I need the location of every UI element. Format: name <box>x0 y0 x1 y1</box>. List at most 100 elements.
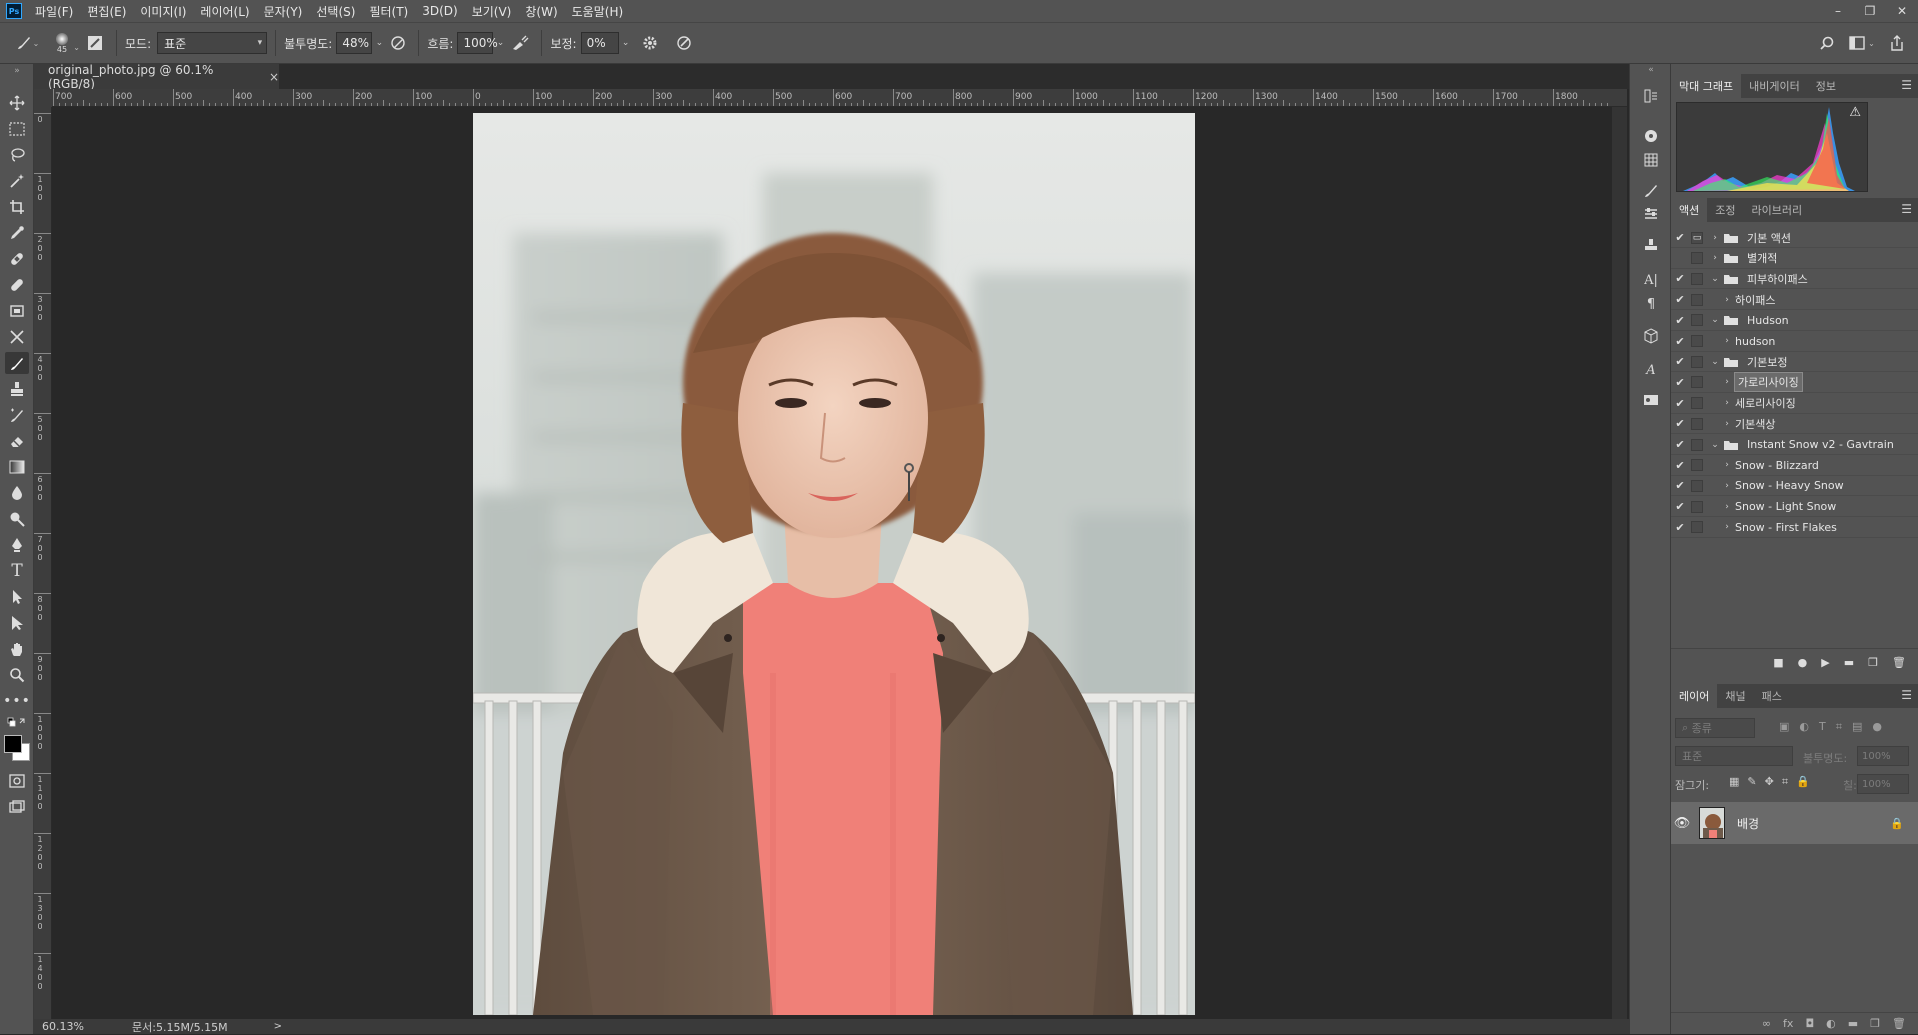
toggle-item-checkbox[interactable]: ✔ <box>1671 417 1689 430</box>
fill-input[interactable]: 100% <box>1857 774 1909 794</box>
brush-size-picker[interactable]: 45 ⌄ <box>42 32 82 54</box>
flow-input[interactable]: 100% <box>457 32 498 54</box>
toggle-item-checkbox[interactable]: ✔ <box>1671 376 1689 389</box>
chevron-right-icon[interactable]: › <box>1719 295 1735 305</box>
search-icon[interactable] <box>1812 35 1842 51</box>
more-tools-icon[interactable]: ••• <box>3 690 30 712</box>
link-layers-icon[interactable]: ∞ <box>1762 1017 1771 1030</box>
toggle-dialog-checkbox[interactable] <box>1691 314 1703 327</box>
smoothing-dropdown-icon[interactable]: ⌄ <box>619 38 633 48</box>
toggle-item-checkbox[interactable]: ✔ <box>1671 335 1689 348</box>
lock-all-icon[interactable]: 🔒 <box>1796 775 1810 789</box>
panel-menu-icon[interactable]: ☰ <box>1901 688 1912 702</box>
tab-libraries[interactable]: 라이브러리 <box>1744 198 1811 222</box>
layer-style-icon[interactable]: fx <box>1783 1017 1793 1030</box>
minimize-button[interactable]: – <box>1822 4 1854 18</box>
chevron-right-icon[interactable]: › <box>1719 481 1735 491</box>
chevron-right-icon[interactable]: › <box>1719 398 1735 408</box>
chevron-right-icon[interactable]: › <box>1707 233 1723 243</box>
rectangle-tool-icon[interactable] <box>5 612 29 634</box>
toggle-dialog-checkbox[interactable] <box>1691 521 1703 534</box>
action-row[interactable]: ✔ › Snow - Light Snow <box>1671 497 1918 518</box>
pressure-size-icon[interactable] <box>671 35 697 51</box>
color-panel-icon[interactable] <box>1641 126 1661 146</box>
content-aware-move-tool-icon[interactable] <box>5 326 29 348</box>
layer-mask-icon[interactable]: ◘ <box>1805 1017 1814 1030</box>
layer-row[interactable]: 👁 배경 🔒 <box>1671 802 1918 844</box>
chevron-down-icon[interactable]: ⌄ <box>1707 315 1723 325</box>
toggle-dialog-checkbox[interactable] <box>1691 272 1703 285</box>
move-tool-icon[interactable] <box>5 92 29 114</box>
opacity-input[interactable]: 48% <box>336 32 373 54</box>
document-tab[interactable]: original_photo.jpg @ 60.1% (RGB/8) × <box>34 63 279 91</box>
zoom-tool-icon[interactable] <box>5 664 29 686</box>
stop-icon[interactable]: ■ <box>1773 656 1783 669</box>
history-brush-tool-icon[interactable] <box>5 404 29 426</box>
menu-file[interactable]: 파일(F) <box>28 3 80 20</box>
tab-adjustments[interactable]: 조정 <box>1707 198 1743 222</box>
tab-info[interactable]: 정보 <box>1808 74 1844 98</box>
workspace-switcher-icon[interactable]: ⌄ <box>1842 36 1882 50</box>
pressure-opacity-icon[interactable] <box>386 35 410 51</box>
clone-stamp-tool-icon[interactable] <box>5 378 29 400</box>
brush-settings-panel-button[interactable] <box>82 35 108 51</box>
brush-tool-preset-icon[interactable]: ⌄ <box>12 34 42 52</box>
warning-icon[interactable]: ⚠ <box>1849 105 1861 120</box>
bandaid-tool-icon[interactable] <box>5 274 29 296</box>
menu-3d[interactable]: 3D(D) <box>415 4 464 18</box>
lasso-tool-icon[interactable] <box>5 144 29 166</box>
marquee-tool-icon[interactable] <box>5 118 29 140</box>
action-row[interactable]: ✔ › 하이패스 <box>1671 290 1918 311</box>
menu-filter[interactable]: 필터(T) <box>362 3 415 20</box>
toggle-dialog-checkbox[interactable] <box>1691 293 1703 306</box>
toggle-dialog-checkbox[interactable] <box>1691 355 1703 368</box>
tab-histogram[interactable]: 막대 그래프 <box>1671 74 1742 98</box>
pixel-filter-icon[interactable]: ▣ <box>1779 720 1789 734</box>
play-icon[interactable]: ▶ <box>1821 656 1829 669</box>
toggle-item-checkbox[interactable]: ✔ <box>1671 397 1689 410</box>
toggle-dialog-checkbox[interactable] <box>1691 335 1703 347</box>
toggle-dialog-checkbox[interactable] <box>1691 417 1703 430</box>
adjustment-layer-icon[interactable]: ◐ <box>1826 1017 1836 1030</box>
toggle-dialog-checkbox[interactable] <box>1691 376 1703 389</box>
crop-tool-icon[interactable] <box>5 196 29 218</box>
magic-wand-tool-icon[interactable] <box>5 170 29 192</box>
document-image[interactable] <box>473 113 1195 1015</box>
delete-layer-icon[interactable]: 🗑 <box>1892 1017 1906 1030</box>
ruler-horizontal[interactable]: 700 600 500 400 300 200 100 0 100 200 300 400 500 600… <box>52 89 1627 107</box>
tab-paths[interactable]: 패스 <box>1754 684 1790 708</box>
toggle-dialog-checkbox[interactable] <box>1691 397 1703 410</box>
toggle-dialog-checkbox[interactable] <box>1691 438 1703 451</box>
strip-collapse-icon[interactable]: « <box>1641 64 1661 76</box>
path-selection-tool-icon[interactable] <box>5 586 29 608</box>
eye-icon[interactable]: 👁 <box>1671 816 1693 831</box>
lock-pixels-icon[interactable]: ✎ <box>1747 775 1756 789</box>
chevron-right-icon[interactable]: › <box>1719 377 1735 387</box>
vertical-scrollbar[interactable] <box>1612 107 1627 1019</box>
toggle-item-checkbox[interactable]: ✔ <box>1671 521 1689 534</box>
toggle-item-checkbox[interactable]: ✔ <box>1671 479 1689 492</box>
flow-dropdown-icon[interactable]: ⌄ <box>493 38 507 48</box>
menu-layer[interactable]: 레이어(L) <box>193 3 256 20</box>
menu-image[interactable]: 이미지(I) <box>133 3 193 20</box>
healing-brush-tool-icon[interactable] <box>5 248 29 270</box>
toggle-dialog-checkbox[interactable]: ▭ <box>1691 231 1703 244</box>
new-set-icon[interactable]: ▬ <box>1844 656 1854 669</box>
action-set-row[interactable]: ✔ ⌄ 기본보정 <box>1671 352 1918 373</box>
paragraph-panel-icon[interactable]: ¶ <box>1641 294 1661 314</box>
tab-actions[interactable]: 액션 <box>1671 198 1708 222</box>
ruler-vertical[interactable]: 0 100 200 300 400 500 600 700 800 900 1000 1100 1200… <box>34 107 52 1019</box>
lock-position-icon[interactable]: ✥ <box>1765 775 1774 789</box>
gear-icon[interactable] <box>637 35 663 51</box>
toggle-item-checkbox[interactable]: ✔ <box>1671 293 1689 306</box>
menu-window[interactable]: 창(W) <box>518 3 564 20</box>
history-panel-icon[interactable] <box>1641 86 1661 106</box>
filter-toggle-icon[interactable]: ● <box>1872 720 1882 734</box>
toggle-item-checkbox[interactable]: ✔ <box>1671 314 1689 327</box>
close-window-button[interactable]: ✕ <box>1886 4 1918 18</box>
action-row[interactable]: ✔ › 세로리사이징 <box>1671 394 1918 414</box>
adjustment-filter-icon[interactable]: ◐ <box>1799 720 1809 734</box>
smoothing-input[interactable]: 0% <box>580 32 619 54</box>
delete-icon[interactable]: 🗑 <box>1892 656 1906 669</box>
menu-edit[interactable]: 편집(E) <box>80 3 133 20</box>
